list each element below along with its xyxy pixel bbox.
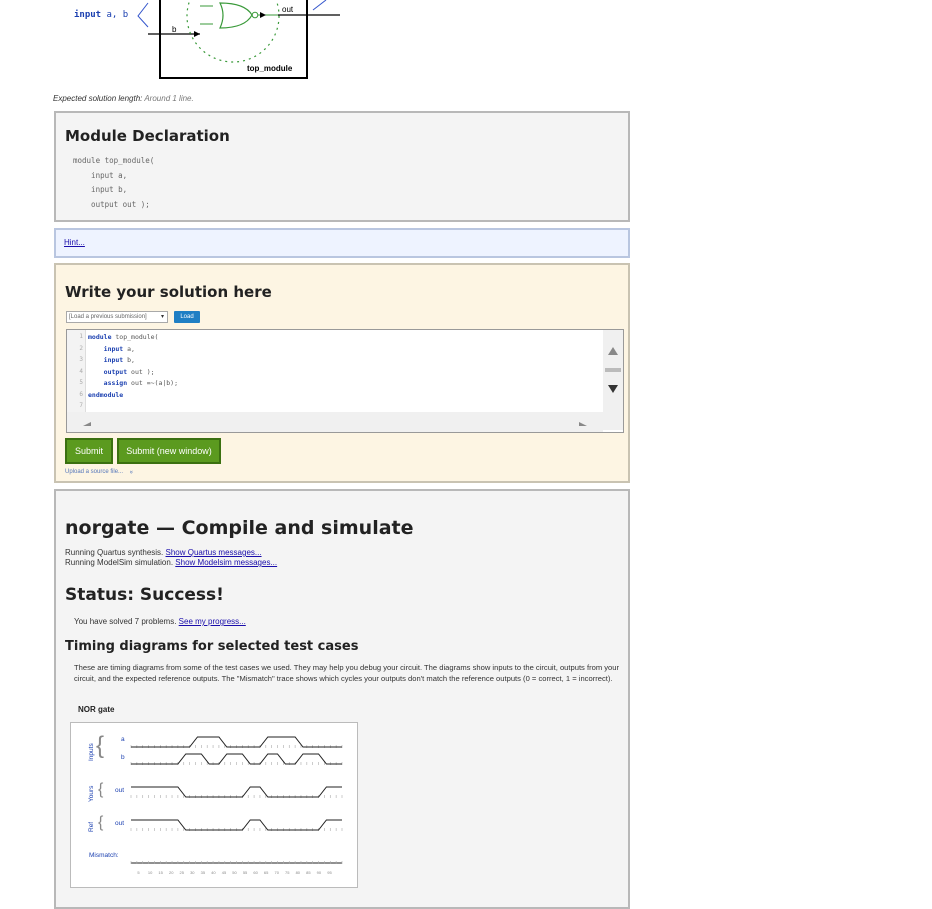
submit-button[interactable]: Submit — [65, 438, 113, 464]
vertical-scrollbar[interactable] — [603, 330, 623, 430]
time-tick-label: 45 — [222, 870, 227, 875]
nor-highlight — [186, 0, 280, 63]
code-text: top_module( — [111, 333, 159, 341]
timing-heading: Timing diagrams for selected test cases — [65, 639, 359, 654]
solution-panel: Write your solution here [Load a previou… — [54, 263, 630, 483]
modelsim-line: Running ModelSim simulation. Show Models… — [65, 558, 277, 567]
scroll-right-icon[interactable] — [579, 422, 587, 426]
code-editor[interactable]: 1 2 3 4 5 6 7 module top_module( input a, inpu… — [66, 329, 624, 433]
time-tick-label: 55 — [243, 870, 248, 875]
time-tick-label: 80 — [296, 870, 301, 875]
arrow-out — [260, 12, 266, 18]
time-tick-label: 15 — [158, 870, 163, 875]
declaration-code: module top_module( input a, input b, out… — [73, 156, 155, 209]
hint-panel: Hint... — [54, 228, 630, 258]
time-tick-label: 60 — [253, 870, 258, 875]
time-tick-label: 75 — [285, 870, 290, 875]
scroll-thumb[interactable] — [605, 368, 621, 372]
time-tick-label: 25 — [180, 870, 185, 875]
chevron-down-icon[interactable]: » — [127, 470, 133, 473]
expected-label: Expected solution length: — [53, 94, 143, 103]
code-line[interactable]: input b, — [88, 356, 135, 364]
line-number: 3 — [79, 356, 83, 363]
code-line[interactable]: endmodule — [88, 391, 123, 399]
horizontal-scrollbar[interactable] — [67, 412, 603, 432]
time-tick-label: 5 — [137, 870, 140, 875]
module-name-label: top_module — [247, 64, 293, 73]
time-tick-label: 65 — [264, 870, 269, 875]
code-text: b, — [123, 356, 135, 364]
circuit-diagram: b out top_module — [137, 0, 340, 79]
time-tick-label: 20 — [169, 870, 174, 875]
code-text: out ); — [127, 367, 155, 376]
code-line[interactable]: assign out =~(a|b); — [88, 379, 178, 387]
line-number: 7 — [79, 402, 83, 409]
code-line[interactable]: module top_module( — [88, 333, 158, 341]
waveform-traces: 5 10 15 20 25 30 35 40 45 50 55 60 65 70 75 80 85 90 95 — [130, 736, 343, 875]
time-tick-label: 50 — [232, 870, 237, 875]
time-tick-label: 70 — [274, 870, 279, 875]
submit-new-window-button[interactable]: Submit (new window) — [117, 438, 221, 464]
results-title: norgate — Compile and simulate — [65, 517, 414, 539]
code-text: out =~(a|b); — [127, 379, 179, 387]
timing-diagram: Inputs { Yours { Ref { a b out out Misma… — [70, 722, 358, 888]
modelsim-text: Running ModelSim simulation. — [65, 558, 174, 567]
waveform-title: NOR gate — [78, 705, 115, 714]
code-keyword: input — [88, 344, 124, 353]
line-number: 4 — [79, 367, 83, 375]
module-declaration-panel: Module Declaration module top_module( in… — [54, 111, 630, 222]
expected-value: Around 1 line. — [144, 94, 194, 103]
code-keyword: endmodule — [88, 390, 124, 399]
timing-description: These are timing diagrams from some of t… — [74, 663, 620, 683]
see-progress-link[interactable]: See my progress... — [179, 617, 246, 626]
line-number: 5 — [79, 379, 83, 386]
expected-length: Expected solution length: Around 1 line. — [53, 94, 194, 103]
scroll-up-icon[interactable] — [608, 347, 618, 355]
code-line[interactable]: input a, — [88, 345, 135, 353]
time-tick-label: 95 — [327, 870, 332, 875]
line-number: 1 — [79, 333, 83, 340]
previous-submission-select[interactable]: [Load a previous submission] ▾ — [66, 311, 168, 323]
show-quartus-link[interactable]: Show Quartus messages... — [166, 548, 262, 557]
previous-submission-value: [Load a previous submission] — [69, 314, 147, 320]
quartus-text: Running Quartus synthesis. — [65, 548, 164, 557]
scroll-down-icon[interactable] — [608, 385, 618, 393]
code-line[interactable]: output out ); — [88, 368, 155, 376]
code-keyword: module — [88, 333, 112, 341]
line-number: 6 — [79, 390, 83, 398]
declaration-title: Module Declaration — [65, 127, 230, 145]
load-button[interactable]: Load — [174, 311, 200, 323]
code-keyword: assign — [88, 379, 128, 387]
time-tick-label: 35 — [201, 870, 206, 875]
solved-text: You have solved 7 problems. — [74, 617, 177, 626]
nor-bubble — [251, 11, 259, 19]
arrow-b — [194, 31, 200, 37]
out-label: out — [282, 5, 294, 14]
time-tick-label: 30 — [190, 870, 195, 875]
upload-source-link[interactable]: Upload a source file... » — [65, 469, 133, 475]
time-tick-label: 10 — [148, 870, 153, 875]
time-tick-label: 85 — [306, 870, 311, 875]
results-panel: norgate — Compile and simulate Running Q… — [54, 489, 630, 909]
out-pointer — [312, 0, 327, 11]
code-text: a, — [123, 344, 135, 353]
code-keyword: input — [88, 356, 124, 364]
show-modelsim-link[interactable]: Show Modelsim messages... — [175, 558, 277, 567]
solved-line: You have solved 7 problems. See my progr… — [74, 617, 246, 626]
upload-label[interactable]: Upload a source file... — [65, 469, 123, 475]
line-number: 2 — [79, 344, 83, 352]
status-heading: Status: Success! — [65, 585, 224, 605]
dropdown-caret-icon: ▾ — [160, 314, 164, 320]
hint-link[interactable]: Hint... — [64, 238, 85, 247]
solution-title: Write your solution here — [65, 283, 272, 301]
scroll-left-icon[interactable] — [83, 422, 91, 426]
quartus-line: Running Quartus synthesis. Show Quartus … — [65, 548, 262, 557]
code-keyword: output — [88, 367, 128, 376]
nor-gate-icon — [219, 2, 253, 29]
time-tick-label: 90 — [317, 870, 322, 875]
time-tick-label: 40 — [211, 870, 216, 875]
input-bracket — [137, 2, 149, 28]
wire-b-label: b — [172, 25, 177, 34]
